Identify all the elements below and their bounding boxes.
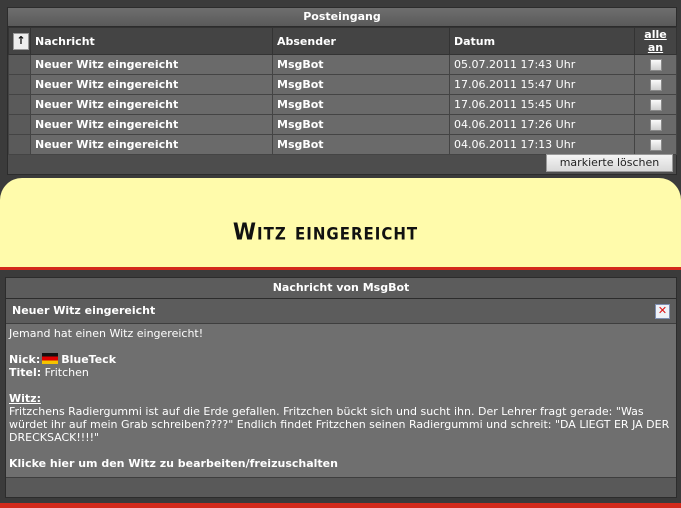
table-row[interactable]: Neuer Witz eingereicht MsgBot 17.06.2011… <box>8 94 677 115</box>
title-label: Titel: <box>9 366 42 379</box>
title-value: Fritchen <box>44 366 89 379</box>
table-row[interactable]: Neuer Witz eingereicht MsgBot 04.06.2011… <box>8 134 677 155</box>
row-marker <box>8 74 31 95</box>
joke-label: Witz: <box>9 392 41 405</box>
message-body: Jemand hat einen Witz eingereicht! Nick:… <box>9 327 673 477</box>
message-sender[interactable]: MsgBot <box>272 54 450 75</box>
joke-text: Fritzchens Radiergummi ist auf die Erde … <box>9 405 670 444</box>
message-sender[interactable]: MsgBot <box>272 134 450 155</box>
message-date: 04.06.2011 17:26 Uhr <box>449 114 635 135</box>
message-sender[interactable]: MsgBot <box>272 74 450 95</box>
message-panel: Nachricht von MsgBot Neuer Witz eingerei… <box>5 277 677 498</box>
row-select-cell <box>634 74 677 95</box>
message-intro: Jemand hat einen Witz eingereicht! <box>9 327 204 340</box>
row-marker <box>8 134 31 155</box>
row-checkbox[interactable] <box>649 58 662 71</box>
row-select-cell <box>634 94 677 115</box>
message-panel-title: Nachricht von MsgBot <box>6 278 676 299</box>
inbox-table: ↑ Nachricht Absender Datum alle an Neuer… <box>8 27 677 155</box>
inbox-panel: Posteingang ↑ Nachricht Absender Datum a… <box>7 7 677 175</box>
message-subject[interactable]: Neuer Witz eingereicht <box>30 74 273 95</box>
delete-message-icon[interactable]: ✕ <box>655 304 670 319</box>
nick-label: Nick: <box>9 353 41 366</box>
message-sender[interactable]: MsgBot <box>272 94 450 115</box>
row-select-cell <box>634 114 677 135</box>
row-marker <box>8 114 31 135</box>
message-subject[interactable]: Neuer Witz eingereicht <box>30 114 273 135</box>
message-date: 04.06.2011 17:13 Uhr <box>449 134 635 155</box>
message-subject-heading: Neuer Witz eingereicht <box>12 304 156 317</box>
message-sender[interactable]: MsgBot <box>272 114 450 135</box>
row-checkbox[interactable] <box>649 118 662 131</box>
inbox-title: Posteingang <box>8 8 676 27</box>
message-date: 17.06.2011 15:45 Uhr <box>449 94 635 115</box>
sort-arrow-icon[interactable]: ↑ <box>13 32 29 50</box>
message-subject[interactable]: Neuer Witz eingereicht <box>30 94 273 115</box>
edit-joke-link[interactable]: Klicke hier um den Witz zu bearbeiten/fr… <box>9 457 673 470</box>
row-checkbox[interactable] <box>649 138 662 151</box>
message-date: 17.06.2011 15:47 Uhr <box>449 74 635 95</box>
row-checkbox[interactable] <box>649 78 662 91</box>
row-select-cell <box>634 134 677 155</box>
message-footer <box>6 477 676 497</box>
row-marker <box>8 94 31 115</box>
delete-selected-button[interactable]: markierte löschen <box>546 154 673 172</box>
message-subject[interactable]: Neuer Witz eingereicht <box>30 54 273 75</box>
message-subject-bar: Neuer Witz eingereicht ✕ <box>6 299 676 324</box>
column-header-sender[interactable]: Absender <box>272 27 450 55</box>
message-date: 05.07.2011 17:43 Uhr <box>449 54 635 75</box>
germany-flag-icon <box>42 353 59 364</box>
title-line: Titel: Fritchen <box>9 366 673 379</box>
select-all-link[interactable]: alle an <box>634 27 677 55</box>
bottom-divider <box>0 503 681 508</box>
column-header-date[interactable]: Datum <box>449 27 635 55</box>
table-row[interactable]: Neuer Witz eingereicht MsgBot 05.07.2011… <box>8 54 677 75</box>
table-row[interactable]: Neuer Witz eingereicht MsgBot 17.06.2011… <box>8 74 677 95</box>
inbox-header-row: ↑ Nachricht Absender Datum alle an <box>8 27 677 55</box>
row-marker <box>8 54 31 75</box>
row-select-cell <box>634 54 677 75</box>
nick-line: Nick: BlueTeck <box>9 353 673 366</box>
nick-value[interactable]: BlueTeck <box>61 353 116 366</box>
banner-heading: Witz eingereicht <box>232 218 419 246</box>
row-checkbox[interactable] <box>649 98 662 111</box>
column-header-subject[interactable]: Nachricht <box>30 27 273 55</box>
table-row[interactable]: Neuer Witz eingereicht MsgBot 04.06.2011… <box>8 114 677 135</box>
sort-header[interactable]: ↑ <box>8 27 31 55</box>
message-subject[interactable]: Neuer Witz eingereicht <box>30 134 273 155</box>
